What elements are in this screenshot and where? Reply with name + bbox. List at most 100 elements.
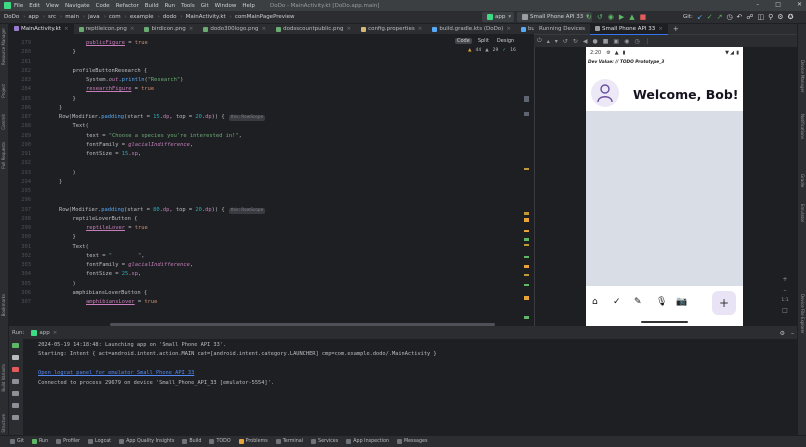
split-view-button[interactable]: Split — [476, 38, 491, 44]
rerun-icon[interactable]: ↻ — [586, 13, 592, 21]
inspection-mark[interactable] — [524, 112, 529, 116]
editor-tab[interactable]: reptileicon.png × — [74, 24, 140, 34]
close-icon[interactable]: × — [53, 330, 58, 336]
apply-changes-icon[interactable]: ↺ — [597, 13, 603, 21]
logcat-link[interactable]: Open logcat panel for emulator Small Pho… — [38, 370, 194, 376]
inspection-mark[interactable] — [524, 238, 529, 241]
tool-tab-messages[interactable]: Messages — [396, 439, 427, 444]
zoom-out-icon[interactable]: – — [784, 287, 787, 294]
editor-tab[interactable]: dodsscountpublic.png × — [271, 24, 356, 34]
tool-window-build-variants[interactable]: Build Variants — [1, 364, 6, 392]
menu-item-view[interactable]: View — [46, 3, 59, 9]
horizontal-scrollbar[interactable] — [110, 323, 495, 326]
run-config-tab[interactable]: app — [39, 330, 49, 336]
menu-item-refactor[interactable]: Refactor — [116, 3, 139, 9]
tool-window-resource-manager[interactable]: Resource Manager — [1, 28, 6, 65]
breadcrumb-item[interactable]: dodo — [163, 14, 177, 20]
inspection-mark[interactable] — [524, 274, 529, 276]
soft-wrap-icon[interactable] — [12, 379, 19, 384]
search-icon[interactable]: ⚲ — [768, 13, 773, 21]
stop-icon[interactable]: ■ — [640, 13, 647, 21]
close-icon[interactable]: × — [346, 26, 351, 32]
editor-tab[interactable]: MainActivity.kt × — [9, 24, 74, 34]
inspection-mark[interactable] — [524, 296, 529, 300]
inspection-mark[interactable] — [524, 265, 529, 268]
history-icon[interactable]: ◷ — [726, 13, 732, 21]
home-icon[interactable]: ⌂ — [592, 297, 598, 307]
menu-item-code[interactable]: Code — [96, 3, 110, 9]
back-icon[interactable]: ◀ — [583, 38, 588, 45]
camera-icon[interactable]: 📷 — [676, 297, 687, 307]
tool-window-device-manager[interactable]: Device Manager — [800, 60, 805, 92]
editor-tab[interactable]: config.properties × — [356, 24, 427, 34]
screenshot-icon[interactable]: ▣ — [613, 38, 619, 45]
add-device-tab[interactable]: + — [668, 24, 684, 35]
volume-up-icon[interactable]: ▴ — [547, 38, 550, 45]
editor-tab[interactable]: dodo300logo.png × — [198, 24, 271, 34]
close-icon[interactable]: ✕ — [797, 1, 802, 8]
zoom-fit-icon[interactable]: □ — [782, 307, 788, 314]
close-icon[interactable]: × — [130, 26, 135, 32]
update-project-icon[interactable]: ↙ — [697, 13, 703, 21]
stop-icon[interactable] — [12, 367, 19, 372]
edit-icon[interactable]: ✎ — [634, 297, 642, 307]
volume-down-icon[interactable]: ▾ — [555, 38, 558, 45]
tool-window-device-file-explorer[interactable]: Device File Explorer — [800, 294, 805, 334]
close-icon[interactable]: × — [189, 26, 194, 32]
device-manager-icon[interactable]: ☍ — [746, 13, 753, 21]
breadcrumb-item[interactable]: comMainPagePreview — [235, 14, 295, 20]
power-icon[interactable]: ⏻ — [537, 37, 542, 45]
inspection-mark[interactable] — [524, 284, 529, 286]
run-config-selector[interactable]: app ▾ — [482, 12, 515, 22]
snapshot-icon[interactable]: ◷ — [634, 38, 639, 45]
tool-tab-build[interactable]: Build — [182, 439, 201, 444]
tool-tab-logcat[interactable]: Logcat — [88, 439, 111, 444]
sdk-manager-icon[interactable]: ◫ — [758, 13, 765, 21]
tool-tab-todo[interactable]: TODO — [209, 439, 231, 444]
avatar[interactable] — [591, 79, 619, 107]
tool-window-pull-requests[interactable]: Pull Requests — [1, 142, 6, 169]
inspection-mark[interactable] — [524, 218, 529, 222]
tab-small-phone[interactable]: Small Phone API 33 × — [589, 23, 668, 35]
menu-item-git[interactable]: Git — [201, 3, 209, 9]
breadcrumb-item[interactable]: main — [65, 14, 79, 20]
record-icon[interactable]: ◉ — [624, 38, 629, 45]
menu-item-file[interactable]: File — [14, 3, 23, 9]
tool-tab-problems[interactable]: Problems — [238, 439, 268, 444]
inspection-mark[interactable] — [524, 256, 529, 258]
rotate-left-icon[interactable]: ↺ — [563, 38, 568, 45]
rollback-icon[interactable]: ↶ — [737, 13, 743, 21]
tool-tab-app-inspection[interactable]: App Inspection — [346, 439, 389, 444]
inspection-mark[interactable] — [524, 96, 529, 102]
breadcrumb-item[interactable]: com — [109, 14, 121, 20]
tool-window-emulator[interactable]: Emulator — [800, 204, 805, 222]
tool-window-project[interactable]: Project — [1, 84, 6, 98]
tool-window-structure[interactable]: Structure — [1, 414, 6, 433]
tool-tab-terminal[interactable]: Terminal — [275, 439, 303, 444]
minimize-icon[interactable]: – — [791, 330, 794, 337]
close-icon[interactable]: × — [418, 26, 423, 32]
editor-tab[interactable]: build.gradle.kts (:app)× — [516, 24, 534, 34]
breadcrumb-item[interactable]: src — [48, 14, 56, 20]
design-view-button[interactable]: Design — [495, 38, 516, 44]
zoom-in-icon[interactable]: + — [782, 276, 787, 283]
push-icon[interactable]: ↗ — [717, 13, 723, 21]
error-stripe[interactable] — [524, 60, 530, 325]
editor-tab[interactable]: build.gradle.kts (DoDo) × — [427, 24, 516, 34]
overview-icon[interactable]: ■ — [603, 38, 609, 45]
inspection-widget[interactable]: ▲ 44 ▲ 29 ✓ 16 — [468, 48, 516, 53]
rerun-icon[interactable] — [12, 343, 19, 348]
inspection-mark[interactable] — [524, 212, 529, 215]
home-icon[interactable]: ● — [592, 38, 597, 45]
rotate-right-icon[interactable]: ↻ — [573, 38, 578, 45]
menu-item-run[interactable]: Run — [165, 3, 176, 9]
check-icon[interactable]: ✓ — [613, 297, 621, 307]
inspection-mark[interactable] — [524, 316, 529, 319]
tool-window-bookmarks[interactable]: Bookmarks — [1, 294, 6, 316]
commit-icon[interactable]: ✓ — [707, 13, 713, 21]
tool-window-gradle[interactable]: Gradle — [800, 174, 805, 187]
debug-icon[interactable]: ◉ — [608, 13, 614, 21]
clear-all-icon[interactable] — [12, 415, 19, 420]
tool-tab-services[interactable]: Services — [311, 439, 338, 444]
code-view-button[interactable]: Code — [455, 38, 472, 44]
